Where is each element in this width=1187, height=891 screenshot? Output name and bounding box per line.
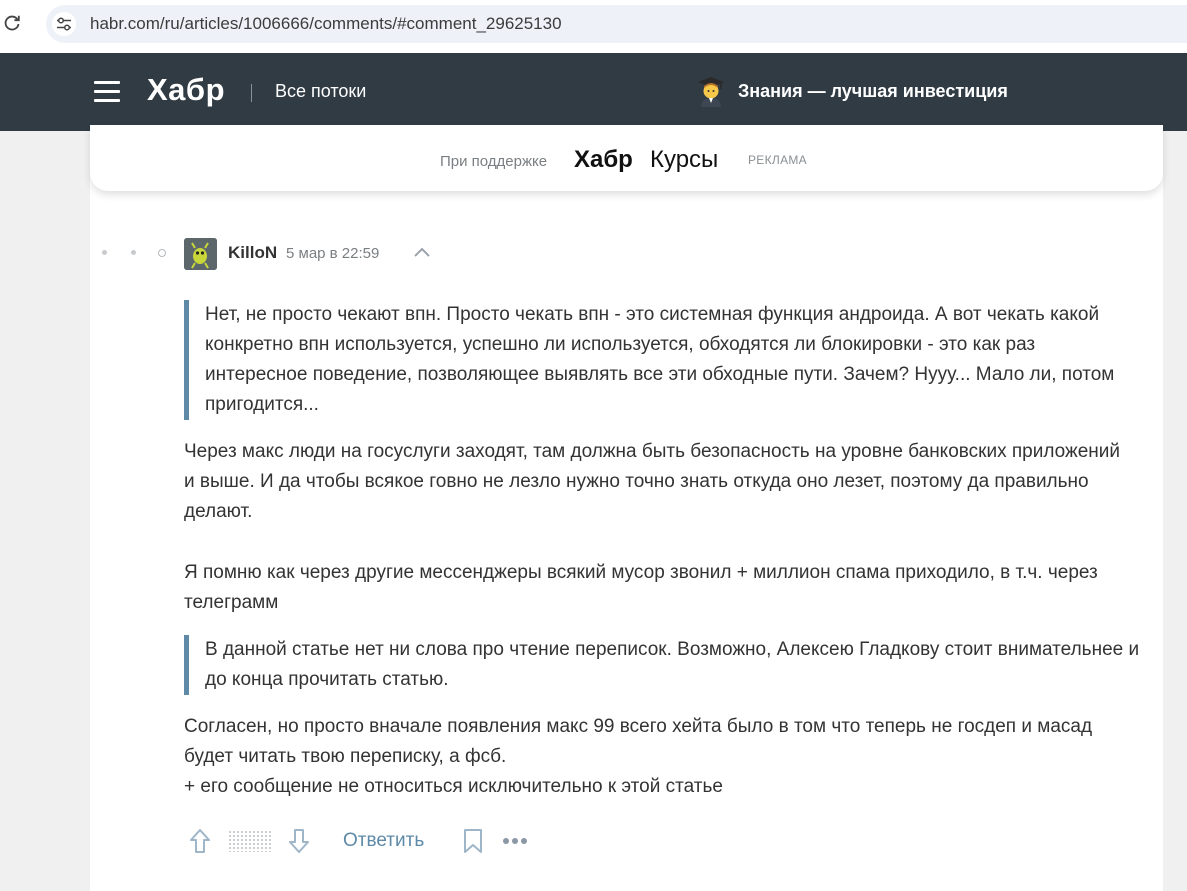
sponsor-label: При поддержке xyxy=(440,153,548,170)
reload-icon[interactable] xyxy=(2,13,22,33)
vote-down-icon[interactable] xyxy=(287,827,311,855)
site-logo[interactable]: Хабр xyxy=(147,72,225,108)
comment-paragraph: Согласен, но просто вначале появления ма… xyxy=(184,716,1093,797)
all-streams-link[interactable]: Все потоки xyxy=(275,81,366,102)
browser-toolbar: habr.com/ru/articles/1006666/comments/#c… xyxy=(0,0,1187,53)
avatar[interactable] xyxy=(184,238,217,270)
comment-author[interactable]: KilloN xyxy=(228,243,277,263)
vote-score-hidden xyxy=(228,830,272,852)
chevron-up-icon[interactable] xyxy=(413,245,431,259)
hamburger-menu-icon[interactable] xyxy=(94,81,120,103)
thread-level-dots xyxy=(102,246,168,260)
comment-date[interactable]: 5 мар в 22:59 xyxy=(286,245,379,262)
promo-banner-text[interactable]: Знания — лучшая инвестиция xyxy=(738,81,1008,102)
comment-quote: В данной статье нет ни слова про чтение … xyxy=(184,635,1140,695)
sponsor-brand[interactable]: Курсы xyxy=(650,146,718,174)
site-settings-icon[interactable] xyxy=(52,12,76,36)
comment-quote: Нет, не просто чекают впн. Просто чекать… xyxy=(184,300,1140,420)
sponsor-brand-bold[interactable]: Хабр xyxy=(574,146,633,174)
more-options-icon[interactable] xyxy=(503,835,531,847)
reply-button[interactable]: Ответить xyxy=(343,830,424,852)
comment-paragraph: Я помню как через другие мессенджеры вся… xyxy=(184,562,1098,613)
header-divider xyxy=(251,84,252,102)
comment-paragraph: Через макс люди на госуслуги заходят, та… xyxy=(184,441,1120,522)
student-emoji-icon xyxy=(697,76,725,108)
ad-label: РЕКЛАМА xyxy=(748,153,807,167)
sponsor-card[interactable]: При поддержке Хабр Курсы РЕКЛАМА xyxy=(90,125,1163,191)
site-header: Хабр Все потоки Знания — лучшая инвестиц… xyxy=(0,53,1187,131)
url-text[interactable]: habr.com/ru/articles/1006666/comments/#c… xyxy=(90,14,562,34)
bookmark-icon[interactable] xyxy=(462,827,484,855)
vote-up-icon[interactable] xyxy=(188,827,212,855)
